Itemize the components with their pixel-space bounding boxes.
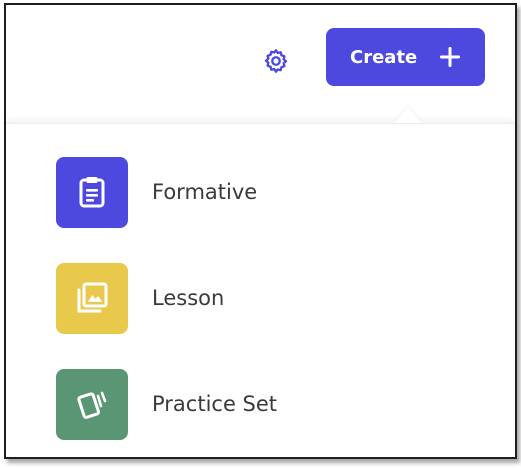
create-menu-window: Create Formative Lesson Practice Set (4, 3, 517, 459)
menu-item-label: Lesson (152, 286, 225, 310)
create-button-label: Create (350, 46, 418, 68)
clipboard-icon (56, 156, 128, 228)
create-button[interactable]: Create (326, 28, 485, 86)
top-bar: Create (6, 5, 515, 123)
image-stack-icon (56, 262, 128, 334)
dropdown-caret (394, 107, 422, 123)
create-dropdown-menu: Formative Lesson Practice Set (6, 123, 515, 457)
menu-item-practice-set[interactable]: Practice Set (56, 368, 476, 440)
menu-item-label: Formative (152, 180, 258, 204)
plus-icon (439, 46, 461, 68)
gear-icon[interactable] (262, 47, 290, 75)
menu-item-lesson[interactable]: Lesson (56, 262, 476, 334)
menu-item-label: Practice Set (152, 392, 278, 416)
menu-item-formative[interactable]: Formative (56, 156, 476, 228)
cards-icon (56, 368, 128, 440)
